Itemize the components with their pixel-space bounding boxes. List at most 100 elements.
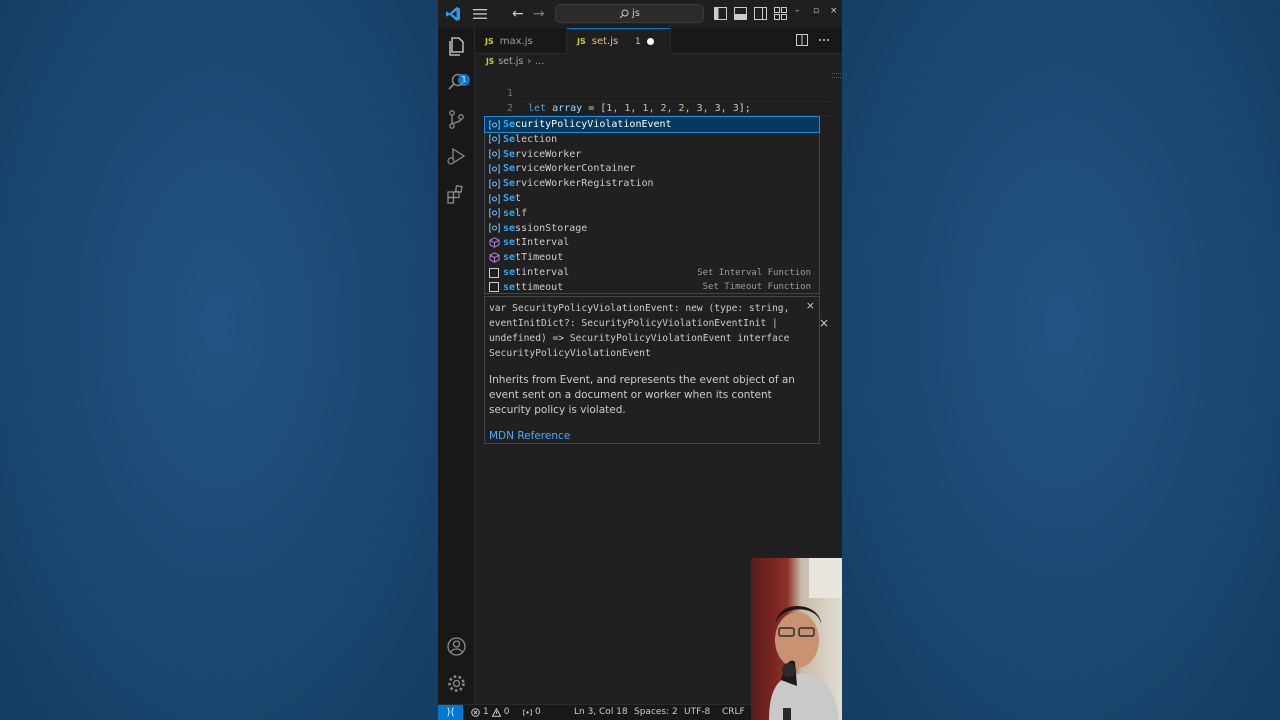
widget-close-icon[interactable]: × xyxy=(819,316,829,330)
suggestion-match: Se xyxy=(503,178,516,190)
toggle-panel-icon[interactable] xyxy=(734,7,747,20)
menu-icon[interactable] xyxy=(473,8,487,20)
source-control-icon[interactable] xyxy=(446,109,467,130)
suggestion-match: se xyxy=(503,252,516,264)
javascript-file-icon: JS xyxy=(577,37,586,46)
breadcrumb-file[interactable]: set.js xyxy=(498,56,523,67)
suggestion-rest: rviceWorker xyxy=(515,148,582,160)
breadcrumb-symbols[interactable]: ... xyxy=(535,56,544,67)
go-forward-icon[interactable]: → xyxy=(533,6,545,22)
code-line-3: 3 let data = new Se xyxy=(475,101,842,144)
suggestion-item[interactable]: setinterval Set Interval Function xyxy=(485,265,819,280)
remote-indicator-icon[interactable]: ⟩⟨ xyxy=(438,705,463,720)
suggestion-match: Se xyxy=(503,148,516,160)
minimize-button[interactable]: – xyxy=(795,6,800,16)
suggestion-item[interactable]: ServiceWorkerRegistration xyxy=(485,176,819,191)
suggestion-match: se xyxy=(503,281,516,293)
background-left xyxy=(0,0,438,720)
snippet-icon xyxy=(488,281,500,293)
error-icon xyxy=(471,707,480,717)
problems-status[interactable]: 1 0 xyxy=(471,707,509,717)
manage-gear-icon[interactable] xyxy=(446,673,467,694)
variable-icon xyxy=(488,222,500,234)
variable-icon xyxy=(488,163,500,175)
suggestion-rest: tinterval xyxy=(515,267,570,278)
problems-count: 1 xyxy=(635,36,641,47)
suggestion-match: se xyxy=(503,222,516,234)
suggestion-label: setInterval xyxy=(503,237,569,248)
variable-icon xyxy=(488,133,500,145)
suggestion-label: ServiceWorkerContainer xyxy=(503,163,635,174)
close-window-button[interactable]: × xyxy=(830,6,838,16)
toggle-secondary-sidebar-icon[interactable] xyxy=(754,7,767,20)
suggestion-item[interactable]: ServiceWorkerContainer xyxy=(485,161,819,176)
end-of-line[interactable]: CRLF xyxy=(722,707,745,717)
suggestion-match: se xyxy=(503,207,516,219)
suggestion-rest: lf xyxy=(515,207,528,219)
editor-tabs: JS max.js JS set.js 1 xyxy=(475,28,842,54)
search-text: js xyxy=(632,8,640,19)
indentation[interactable]: Spaces: 2 xyxy=(634,707,678,717)
suggestion-item[interactable]: Set xyxy=(485,191,819,206)
extensions-icon[interactable] xyxy=(446,184,467,205)
suggestion-detail: Set Timeout Function xyxy=(702,282,811,293)
tab-label: max.js xyxy=(499,35,533,47)
account-icon[interactable] xyxy=(446,636,467,657)
javascript-file-icon: JS xyxy=(486,57,495,66)
details-close-icon[interactable]: × xyxy=(806,299,815,312)
code-line-2: 2 xyxy=(475,86,842,114)
suggestion-item[interactable]: settimeout Set Timeout Function xyxy=(485,280,819,295)
javascript-file-icon: JS xyxy=(485,36,494,46)
activity-bar: 1 xyxy=(438,28,475,704)
suggestion-label: Set xyxy=(503,193,521,204)
cursor-position[interactable]: Ln 3, Col 18 xyxy=(574,707,628,717)
suggestion-details: var SecurityPolicyViolationEvent: new (t… xyxy=(484,296,820,444)
tab-set-js[interactable]: JS set.js 1 xyxy=(567,28,671,54)
explorer-icon[interactable] xyxy=(446,36,467,57)
encoding[interactable]: UTF-8 xyxy=(684,707,710,717)
search-view-icon[interactable] xyxy=(446,72,467,93)
breadcrumb-separator: › xyxy=(527,56,532,67)
suggestion-item[interactable]: Selection xyxy=(485,132,819,147)
suggestion-item[interactable]: ServiceWorker xyxy=(485,147,819,162)
suggestion-item[interactable]: sessionStorage xyxy=(485,221,819,236)
go-back-icon[interactable]: ← xyxy=(512,6,524,22)
breadcrumb: JS set.js › ... xyxy=(486,56,544,67)
presenter-video xyxy=(769,558,842,720)
suggestion-rest: lection xyxy=(515,133,558,145)
suggestion-label: ServiceWorker xyxy=(503,149,581,160)
suggestion-rest: t xyxy=(515,193,522,204)
suggestion-rest: tInterval xyxy=(515,237,570,249)
suggestion-item[interactable]: self xyxy=(485,206,819,221)
suggestion-label: ServiceWorkerRegistration xyxy=(503,178,654,189)
code-line-1: 1 let array = [1, 1, 1, 2, 2, 3, 3, 3]; xyxy=(475,71,842,114)
customize-layout-icon[interactable] xyxy=(774,7,787,20)
suggestion-label: self xyxy=(503,208,527,219)
ports-status[interactable]: 0 xyxy=(523,707,541,717)
suggestion-widget: SecurityPolicyViolationEvent Selection Ser… xyxy=(484,116,820,294)
snippet-icon xyxy=(488,267,500,279)
suggestion-item[interactable]: SecurityPolicyViolationEvent xyxy=(484,116,820,133)
suggestion-label: setTimeout xyxy=(503,252,563,263)
suggestion-rest: ssionStorage xyxy=(515,222,588,234)
more-actions-icon[interactable] xyxy=(818,34,830,46)
error-count: 1 xyxy=(483,707,489,717)
suggestion-label: SecurityPolicyViolationEvent xyxy=(503,119,672,130)
mdn-reference-link[interactable]: MDN Reference xyxy=(489,430,815,442)
variable-icon xyxy=(488,119,500,131)
variable-icon xyxy=(488,207,500,219)
suggestion-rest: ttimeout xyxy=(515,281,564,293)
suggestion-item[interactable]: setInterval xyxy=(485,235,819,250)
suggestion-rest: rviceWorkerContainer xyxy=(515,163,636,175)
run-debug-icon[interactable] xyxy=(446,146,467,167)
toggle-primary-sidebar-icon[interactable] xyxy=(714,7,727,20)
suggestion-label: settimeout xyxy=(503,282,563,293)
unsaved-dot-icon[interactable] xyxy=(647,38,654,45)
warning-icon xyxy=(491,707,501,717)
tab-max-js[interactable]: JS max.js xyxy=(475,28,567,54)
restore-button[interactable]: ▫ xyxy=(813,6,819,16)
suggestion-match: se xyxy=(503,267,516,278)
split-editor-icon[interactable] xyxy=(796,34,808,46)
command-center-search[interactable]: js xyxy=(555,4,704,23)
suggestion-item[interactable]: setTimeout xyxy=(485,250,819,265)
